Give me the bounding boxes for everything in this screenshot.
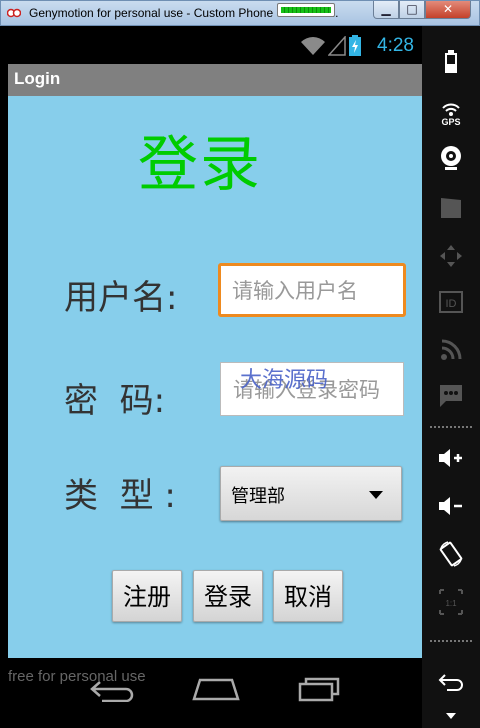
rotate-button[interactable] <box>422 534 480 574</box>
free-for-personal-use-label: free for personal use <box>8 668 146 685</box>
type-dropdown[interactable]: 管理部 <box>220 466 402 521</box>
window-titlebar: Genymotion for personal use - Custom Pho… <box>0 0 480 26</box>
sidebar-divider <box>430 640 472 642</box>
genymotion-icon <box>7 8 21 18</box>
genymotion-sidebar: GPS ID 1:1 <box>422 26 480 728</box>
volume-up-icon <box>439 449 462 467</box>
battery-icon <box>445 50 457 73</box>
login-button[interactable]: 登录 <box>193 570 263 622</box>
minimize-icon: ▁ <box>381 2 391 16</box>
back-icon <box>438 674 463 691</box>
cancel-button[interactable]: 取消 <box>273 570 343 622</box>
sms-icon <box>440 385 462 407</box>
chevron-down-icon <box>446 713 456 719</box>
scale-icon: 1:1 <box>439 589 463 615</box>
gps-widget-button[interactable]: GPS <box>422 92 480 132</box>
dpad-icon <box>440 245 462 267</box>
volume-up-button[interactable] <box>422 438 480 478</box>
username-label: 用户名: <box>64 278 178 318</box>
id-widget-button[interactable]: ID <box>422 282 480 322</box>
action-bar: Login <box>8 64 422 96</box>
battery-widget-button[interactable] <box>422 42 480 82</box>
webcam-icon <box>441 146 461 170</box>
volume-down-button[interactable] <box>422 486 480 526</box>
video-widget-button[interactable] <box>422 188 480 228</box>
id-icon: ID <box>439 291 463 313</box>
maximize-icon: □ <box>406 2 418 16</box>
signal-icon <box>328 36 346 56</box>
dpad-widget-button[interactable] <box>422 236 480 276</box>
scale-label: 1:1 <box>445 599 457 608</box>
sidebar-divider <box>430 426 472 428</box>
type-dropdown-value: 管理部 <box>231 486 285 507</box>
close-button[interactable]: ✕ <box>425 1 471 19</box>
phone-screen: 4:28 Login 登录 用户名: 请输入用户名 密 码: 请输入登录密码 大… <box>8 26 422 720</box>
gps-label: GPS <box>441 117 460 126</box>
status-time: 4:28 <box>377 35 414 56</box>
register-button[interactable]: 注册 <box>112 570 182 622</box>
battery-icon <box>349 35 361 56</box>
dropdown-arrow-icon <box>369 491 383 499</box>
status-bar: 4:28 <box>8 26 422 64</box>
rotate-icon <box>439 541 463 567</box>
gps-icon: GPS <box>441 103 461 126</box>
action-bar-title: Login <box>14 69 61 88</box>
wifi-icon <box>301 37 325 55</box>
recents-nav-icon[interactable] <box>298 674 342 702</box>
rss-icon <box>441 339 462 360</box>
sms-widget-button[interactable] <box>422 376 480 416</box>
close-icon: ✕ <box>442 2 454 16</box>
back-button[interactable] <box>422 662 480 702</box>
login-form: 登录 用户名: 请输入用户名 密 码: 请输入登录密码 大海源码 类 型 : 管… <box>8 96 422 658</box>
more-button[interactable] <box>422 706 480 726</box>
webcam-widget-button[interactable] <box>422 138 480 178</box>
watermark: 大海源码 <box>240 368 329 393</box>
minimize-button[interactable]: ▁ <box>373 1 399 19</box>
maximize-button[interactable]: □ <box>399 1 425 19</box>
video-icon <box>441 198 461 218</box>
home-nav-icon[interactable] <box>192 676 240 702</box>
battery-progress-icon <box>277 3 335 17</box>
password-label: 密 码: <box>64 381 166 421</box>
scale-button[interactable]: 1:1 <box>422 582 480 622</box>
rss-widget-button[interactable] <box>422 330 480 370</box>
type-label: 类 型 : <box>64 476 176 516</box>
volume-down-icon <box>439 497 462 515</box>
username-input[interactable]: 请输入用户名 <box>218 263 406 317</box>
id-label: ID <box>446 298 457 310</box>
page-title: 登录 <box>138 130 262 200</box>
